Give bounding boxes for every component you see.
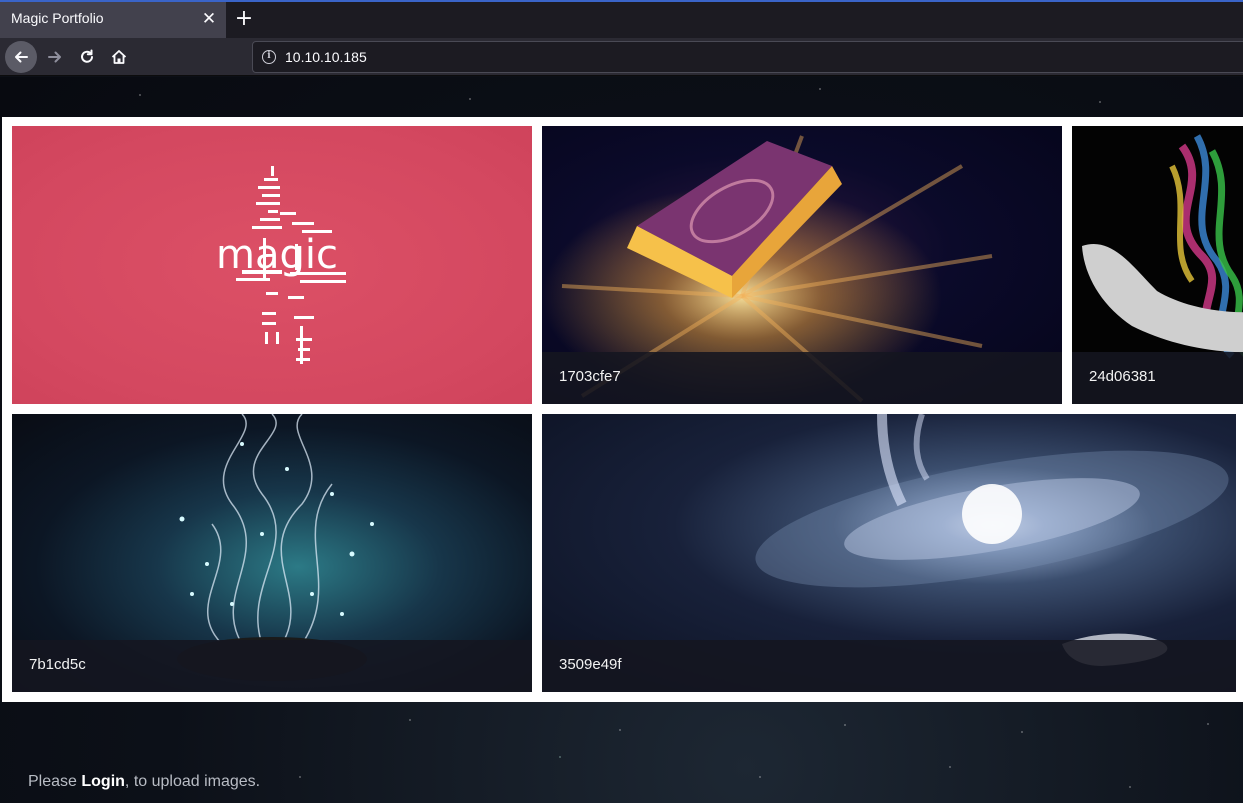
browser-navbar: i 10.10.10.185 (0, 38, 1243, 76)
page-body: magic 1703cfe7 24d06381 7b1cd5c 3509e49f… (0, 77, 1243, 803)
card-caption-text: 7b1cd5c (29, 656, 86, 673)
reload-icon (81, 49, 93, 63)
new-tab-button[interactable]: + (232, 7, 256, 31)
gallery-card-magic-logo[interactable]: magic (12, 126, 532, 404)
browser-tab[interactable]: Magic Portfolio ✕ (0, 2, 226, 38)
reload-button[interactable] (71, 41, 103, 73)
login-prompt-suffix: , to upload images. (124, 773, 261, 790)
gallery-card-1703cfe7[interactable]: 1703cfe7 (542, 126, 1062, 404)
magic-logo-image: magic (216, 166, 346, 364)
arrow-left-icon (15, 51, 28, 63)
back-button[interactable] (5, 41, 37, 73)
card-caption: 7b1cd5c (12, 640, 532, 692)
close-tab-icon[interactable]: ✕ (199, 9, 219, 29)
url-bar[interactable]: i 10.10.10.185 (252, 41, 1243, 73)
url-text[interactable]: 10.10.10.185 (285, 49, 367, 65)
gallery-card-7b1cd5c[interactable]: 7b1cd5c (12, 414, 532, 692)
gallery-card-3509e49f[interactable]: 3509e49f (542, 414, 1236, 692)
info-icon[interactable]: i (262, 50, 276, 64)
login-link[interactable]: Login (81, 773, 125, 790)
gallery-card-24d06381[interactable]: 24d06381 (1072, 126, 1243, 404)
home-button[interactable] (103, 41, 135, 73)
card-caption: 1703cfe7 (542, 352, 1062, 404)
card-caption-text: 1703cfe7 (559, 368, 621, 385)
card-caption: 24d06381 (1072, 352, 1243, 404)
browser-tabbar: Magic Portfolio ✕ + (0, 0, 1243, 38)
card-caption-text: 24d06381 (1089, 368, 1156, 385)
arrow-right-icon (48, 51, 61, 63)
login-prompt: Please Login, to upload images. (28, 773, 260, 791)
card-caption-text: 3509e49f (559, 656, 622, 673)
tab-title: Magic Portfolio (11, 10, 104, 26)
card-caption: 3509e49f (542, 640, 1236, 692)
home-icon (111, 50, 127, 64)
forward-button[interactable] (39, 41, 71, 73)
login-prompt-prefix: Please (28, 773, 82, 790)
magic-logo-text: magic (216, 232, 338, 278)
image-gallery: magic 1703cfe7 24d06381 7b1cd5c 3509e49f (2, 117, 1243, 702)
